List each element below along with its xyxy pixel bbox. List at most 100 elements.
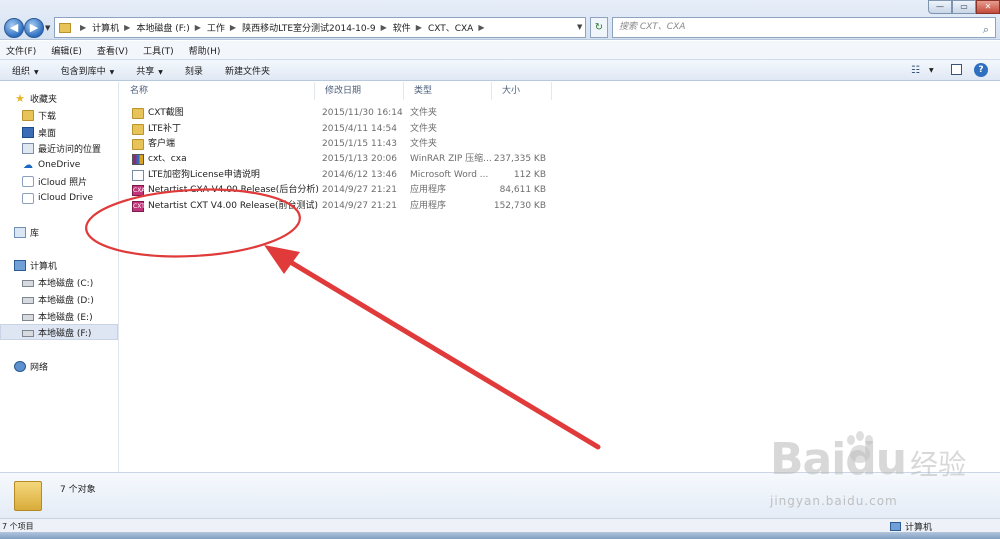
search-icon: ⌕ bbox=[982, 23, 989, 36]
network-icon bbox=[14, 360, 26, 372]
menu-edit[interactable]: 编辑(E) bbox=[51, 44, 82, 57]
address-box[interactable]: ▶ 计算机 ▶ 本地磁盘 (F:) ▶ 工作 ▶ 陕西移动LTE室分测试2014… bbox=[54, 17, 586, 38]
library-icon bbox=[14, 226, 26, 238]
breadcrumb-separator-icon[interactable]: ▶ bbox=[80, 23, 86, 32]
icloud-photos-icon bbox=[22, 175, 34, 187]
column-header-date[interactable]: 修改日期 bbox=[315, 82, 404, 100]
hard-disk-icon bbox=[22, 296, 34, 304]
file-type: 文件夹 bbox=[410, 108, 438, 118]
address-row: ◀ ▶ ▼ ▶ 计算机 ▶ 本地磁盘 (F:) ▶ 工作 ▶ 陕西移动LTE室分… bbox=[0, 0, 1000, 40]
back-button[interactable]: ◀ bbox=[4, 18, 24, 38]
nav-item-label: OneDrive bbox=[38, 160, 81, 170]
recent-places-icon bbox=[22, 142, 34, 154]
word-document-icon bbox=[132, 170, 144, 181]
breadcrumb-item[interactable]: 软件 bbox=[393, 21, 411, 34]
breadcrumb-separator-icon[interactable]: ▶ bbox=[478, 23, 484, 32]
view-options-chevron-icon[interactable]: ▼ bbox=[929, 67, 934, 74]
file-type: 文件夹 bbox=[410, 139, 438, 149]
nav-libraries-label: 库 bbox=[30, 228, 40, 239]
change-view-icon[interactable]: ☷ bbox=[911, 65, 920, 76]
recent-pages-dropdown[interactable]: ▼ bbox=[45, 24, 50, 32]
breadcrumb-item[interactable]: 计算机 bbox=[92, 21, 119, 34]
file-name-cell: CXA Netartist CXA V4.00 Release(后台分析) bbox=[132, 183, 319, 198]
address-dropdown-icon[interactable]: ▼ bbox=[577, 23, 582, 31]
file-row[interactable]: CXT截图 2015/11/30 16:14 文件夹 bbox=[128, 106, 558, 121]
file-name-cell: CXT截图 bbox=[132, 106, 184, 121]
file-row[interactable]: CXT Netartist CXT V4.00 Release(前台测试) 201… bbox=[128, 199, 558, 214]
new-folder-button[interactable]: 新建文件夹 bbox=[225, 64, 270, 77]
refresh-button[interactable]: ↻ bbox=[590, 17, 608, 38]
command-bar: 组织 ▼ 包含到库中 ▼ 共享 ▼ 刻录 新建文件夹 ☷ ▼ ? bbox=[0, 59, 1000, 81]
nav-item-label: iCloud 照片 bbox=[38, 177, 88, 188]
menu-help[interactable]: 帮助(H) bbox=[189, 44, 221, 57]
organize-button[interactable]: 组织 ▼ bbox=[12, 64, 39, 77]
menu-tools[interactable]: 工具(T) bbox=[143, 44, 174, 57]
maximize-button[interactable]: ▭ bbox=[952, 0, 976, 14]
nav-computer[interactable]: 计算机 bbox=[14, 257, 132, 273]
minimize-button[interactable]: — bbox=[928, 0, 952, 14]
file-row[interactable]: LTE补丁 2015/4/11 14:54 文件夹 bbox=[128, 122, 558, 137]
navigation-pane: ★ 收藏夹 下载 桌面 最近访问的位置 ☁ OneDrive iCloud 照片 i… bbox=[0, 82, 119, 472]
include-in-library-button[interactable]: 包含到库中 ▼ bbox=[61, 64, 115, 77]
breadcrumb-item[interactable]: 工作 bbox=[207, 21, 225, 34]
column-header-type[interactable]: 类型 bbox=[404, 82, 492, 100]
details-object-count: 7 个对象 bbox=[60, 485, 96, 495]
breadcrumb-item[interactable]: 陕西移动LTE室分测试2014-10-9 bbox=[242, 21, 376, 34]
breadcrumb-item[interactable]: 本地磁盘 (F:) bbox=[136, 21, 189, 34]
breadcrumb-separator-icon[interactable]: ▶ bbox=[230, 23, 236, 32]
nav-libraries[interactable]: 库 bbox=[14, 224, 132, 240]
file-name-cell: cxt、cxa bbox=[132, 152, 187, 167]
nav-network[interactable]: 网络 bbox=[14, 358, 132, 374]
search-input[interactable]: 搜索 CXT、CXA ⌕ bbox=[612, 17, 996, 38]
folder-icon bbox=[132, 108, 144, 119]
file-date: 2015/1/15 11:43 bbox=[322, 139, 397, 149]
help-icon[interactable]: ? bbox=[974, 63, 988, 77]
file-size bbox=[468, 137, 546, 152]
desktop-icon bbox=[22, 126, 34, 138]
nav-computer-label: 计算机 bbox=[30, 261, 58, 272]
file-type: 文件夹 bbox=[410, 124, 438, 134]
cxt-app-icon: CXT bbox=[132, 201, 145, 212]
share-button[interactable]: 共享 ▼ bbox=[136, 64, 163, 77]
file-list: 名称 修改日期 类型 大小 CXT截图 2015/11/30 16:14 文件夹… bbox=[120, 82, 1000, 472]
status-item-count: 7 个项目 bbox=[2, 522, 34, 531]
file-date: 2015/1/13 20:06 bbox=[322, 154, 397, 164]
file-name-cell: LTE加密狗License申请说明 bbox=[132, 168, 260, 183]
breadcrumb-separator-icon[interactable]: ▶ bbox=[195, 23, 201, 32]
downloads-folder-icon bbox=[22, 109, 34, 121]
file-row[interactable]: 客户端 2015/1/15 11:43 文件夹 bbox=[128, 137, 558, 152]
breadcrumb-separator-icon[interactable]: ▶ bbox=[124, 23, 130, 32]
file-date: 2015/11/30 16:14 bbox=[322, 108, 403, 118]
file-name: Netartist CXT V4.00 Release(前台测试) bbox=[148, 201, 319, 211]
file-row[interactable]: CXA Netartist CXA V4.00 Release(后台分析) 201… bbox=[128, 183, 558, 198]
winrar-icon bbox=[132, 154, 144, 165]
nav-item-label: 本地磁盘 (E:) bbox=[38, 312, 93, 323]
breadcrumb-separator-icon[interactable]: ▶ bbox=[381, 23, 387, 32]
file-name-cell: 客户端 bbox=[132, 137, 175, 152]
file-date: 2014/9/27 21:21 bbox=[322, 201, 397, 211]
nav-favorites[interactable]: ★ 收藏夹 bbox=[14, 90, 132, 106]
file-date: 2014/9/27 21:21 bbox=[322, 185, 397, 195]
file-size bbox=[468, 122, 546, 137]
forward-button[interactable]: ▶ bbox=[24, 18, 44, 38]
burn-button[interactable]: 刻录 bbox=[185, 64, 203, 77]
hard-disk-icon bbox=[22, 279, 34, 287]
breadcrumb-item[interactable]: CXT、CXA bbox=[428, 21, 473, 34]
file-name: 客户端 bbox=[148, 139, 176, 149]
file-size bbox=[468, 106, 546, 121]
file-row[interactable]: cxt、cxa 2015/1/13 20:06 WinRAR ZIP 压缩...… bbox=[128, 152, 558, 167]
folder-icon bbox=[14, 481, 42, 511]
preview-pane-icon[interactable] bbox=[951, 64, 962, 75]
file-row[interactable]: LTE加密狗License申请说明 2014/6/12 13:46 Micros… bbox=[128, 168, 558, 183]
file-name-cell: LTE补丁 bbox=[132, 122, 181, 137]
folder-icon bbox=[132, 124, 144, 135]
nav-drive-f[interactable]: 本地磁盘 (F:) bbox=[0, 324, 118, 340]
column-header-name[interactable]: 名称 bbox=[120, 82, 315, 100]
menu-view[interactable]: 查看(V) bbox=[97, 44, 128, 57]
nav-network-label: 网络 bbox=[30, 362, 49, 373]
close-button[interactable]: ✕ bbox=[976, 0, 1000, 14]
column-header-size[interactable]: 大小 bbox=[492, 82, 552, 100]
menu-file[interactable]: 文件(F) bbox=[6, 44, 36, 57]
file-size: 237,335 KB bbox=[493, 154, 546, 164]
breadcrumb-separator-icon[interactable]: ▶ bbox=[416, 23, 422, 32]
